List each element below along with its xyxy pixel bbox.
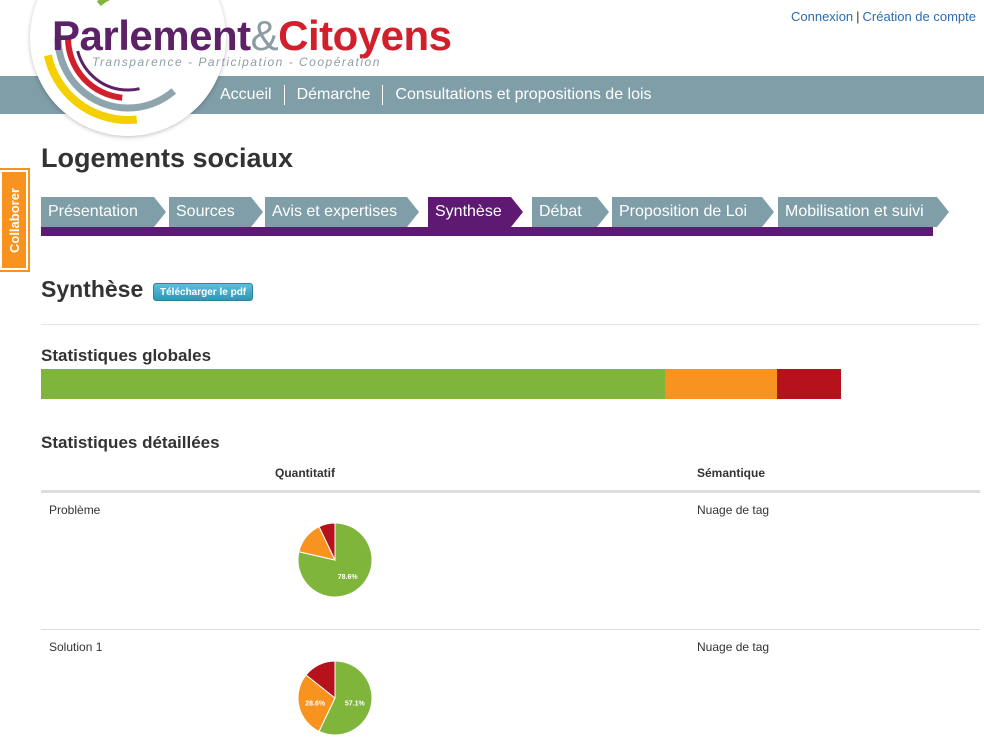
detail-stats-title: Statistiques détaillées <box>41 433 220 452</box>
nav-home[interactable]: Accueil <box>208 85 284 105</box>
step-opinions[interactable]: Avis et expertises <box>265 197 419 227</box>
nav-consultations[interactable]: Consultations et propositions de lois <box>382 85 663 105</box>
step-mobilization[interactable]: Mobilisation et suivi <box>778 197 949 227</box>
auth-separator: | <box>856 9 860 24</box>
table-row-divider <box>41 629 980 630</box>
page-title: Logements sociaux <box>41 143 294 173</box>
auth-links: Connexion | Création de compte <box>791 9 976 24</box>
row-label-problem: Problème <box>49 503 101 517</box>
tag-cloud-problem[interactable]: Nuage de tag <box>697 503 769 517</box>
global-bar-negative <box>777 369 841 399</box>
step-presentation[interactable]: Présentation <box>41 197 166 227</box>
step-sources[interactable]: Sources <box>169 197 263 227</box>
logo-part1: Parlement <box>52 12 251 59</box>
column-header-semantic: Sémantique <box>697 466 766 480</box>
logo-ampersand: & <box>250 12 279 59</box>
logo-tagline: Transparence - Participation - Coopérati… <box>92 55 381 69</box>
pie-slice-label: 28.6% <box>305 701 326 708</box>
login-link[interactable]: Connexion <box>791 9 853 24</box>
pie-slice-label: 57.1% <box>345 701 366 708</box>
step-debate[interactable]: Débat <box>532 197 609 227</box>
step-synthesis[interactable]: Synthèse <box>428 197 523 227</box>
row-label-solution-1: Solution 1 <box>49 640 103 654</box>
step-navigation: Présentation Sources Avis et expertises … <box>41 197 951 227</box>
download-pdf-button[interactable]: Télécharger le pdf <box>153 283 254 301</box>
nav-approach[interactable]: Démarche <box>283 85 383 105</box>
step-law-proposal[interactable]: Proposition de Loi <box>612 197 774 227</box>
global-stats-bar <box>41 369 841 399</box>
global-stats-title: Statistiques globales <box>41 346 212 365</box>
logo-wordmark[interactable]: Parlement&Citoyens <box>52 12 452 60</box>
divider <box>41 324 980 325</box>
logo-part2: Citoyens <box>278 12 452 59</box>
table-header-divider <box>41 490 980 493</box>
pie-chart-solution-1: 57.1% 28.6% <box>297 660 373 736</box>
column-header-quantitative: Quantitatif <box>275 466 335 480</box>
collaborate-tab[interactable]: Collaborer <box>0 168 30 272</box>
section-title: Synthèse <box>41 276 144 302</box>
main-nav: Accueil Démarche Consultations et propos… <box>208 76 664 114</box>
pie-chart-problem: 78.6% <box>297 522 373 598</box>
global-bar-positive <box>41 369 665 399</box>
steps-underline <box>41 227 933 236</box>
pie-slice-label: 78.6% <box>338 574 359 581</box>
register-link[interactable]: Création de compte <box>863 9 976 24</box>
global-bar-neutral <box>665 369 777 399</box>
tag-cloud-solution-1[interactable]: Nuage de tag <box>697 640 769 654</box>
collaborate-label: Collaborer <box>6 187 22 253</box>
